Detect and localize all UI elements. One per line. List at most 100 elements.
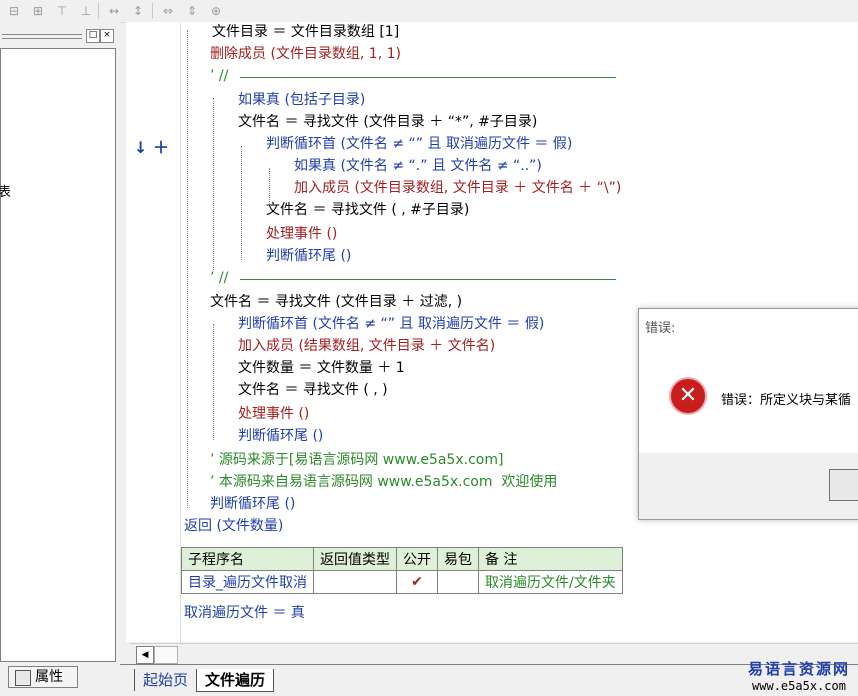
code-line-text: ’ // <box>210 68 229 84</box>
flow-guide <box>213 98 214 270</box>
code-line-text: ’ 本源码来自易语言源码网 www.e5a5x.com 欢迎使用 <box>210 474 558 490</box>
error-dialog: 错误: ✕ 错误：所定义块与某循 <box>638 308 858 520</box>
code-line-after-table[interactable]: 取消遍历文件 ＝ 真 <box>184 603 305 623</box>
code-line[interactable]: 加入成员 (文件目录数组, 文件目录 ＋ 文件名 ＋ “\”) <box>294 178 621 198</box>
code-line[interactable]: 判断循环尾 () <box>210 494 295 514</box>
code-line[interactable]: 文件名 ＝ 寻找文件 (文件目录 ＋ 过滤, ) <box>210 292 462 312</box>
space-vertical-icon[interactable]: ↕ <box>128 2 148 20</box>
code-line-text: 处理事件 () <box>238 406 310 422</box>
align-center-icon[interactable]: ⊞ <box>28 2 48 20</box>
code-line-text: 如果真 (文件名 ≠ “.” 且 文件名 ≠ “..”) <box>294 158 542 174</box>
comment-separator <box>240 279 616 280</box>
layout-toolbar: ⊟ ⊞ ⊤ ⊥ ↔ ↕ ⇔ ⇕ ⊕ <box>0 0 858 23</box>
dialog-ok-button[interactable] <box>829 469 858 501</box>
code-line-text: 判断循环尾 () <box>210 496 296 512</box>
code-line-text: 判断循环尾 () <box>238 428 324 444</box>
flow-guide <box>187 30 188 508</box>
cell-name[interactable]: 目录_遍历文件取消 <box>181 570 314 594</box>
col-easy-pack: 易包 <box>437 547 479 571</box>
cell-remark[interactable]: 取消遍历文件/文件夹 <box>478 570 623 594</box>
code-line[interactable]: ’ // <box>210 268 228 288</box>
panel-grip[interactable] <box>2 34 82 39</box>
space-horizontal-icon[interactable]: ↔ <box>104 2 124 20</box>
code-line-text: ’ 源码来源于[易语言源码网 www.e5a5x.com] <box>210 452 504 468</box>
col-public: 公开 <box>396 547 438 571</box>
breakpoint-marker[interactable]: ↓ ＋ <box>134 134 169 158</box>
code-line[interactable]: 处理事件 () <box>266 224 337 244</box>
flow-guide <box>213 324 214 440</box>
flow-guide <box>241 146 242 260</box>
code-line[interactable]: 处理事件 () <box>238 404 309 424</box>
left-panel-text: 表 <box>0 185 12 200</box>
cell-return-type[interactable] <box>313 570 397 594</box>
panel-minimize-button[interactable]: □ <box>86 29 100 43</box>
code-line-text: 判断循环尾 () <box>266 248 352 264</box>
watermark-url: www.e5a5x.com <box>752 679 846 693</box>
code-line-text: 返回 (文件数量) <box>184 518 284 534</box>
code-line[interactable]: 如果真 (文件名 ≠ “.” 且 文件名 ≠ “..”) <box>294 156 542 176</box>
align-left-icon[interactable]: ⊟ <box>4 2 24 20</box>
code-line-text: 如果真 (包括子目录) <box>238 92 366 108</box>
same-height-icon[interactable]: ⇕ <box>182 2 202 20</box>
code-line-text: 文件目录 ＝ 文件目录数组 [1] <box>212 24 400 40</box>
align-middle-icon[interactable]: ⊥ <box>76 2 96 20</box>
code-line[interactable]: 文件名 ＝ 寻找文件 (文件目录 ＋ “*”, #子目录) <box>238 112 537 132</box>
error-icon: ✕ <box>671 379 705 413</box>
left-panel: □ × 表 <box>0 22 120 662</box>
code-line[interactable]: 文件数量 ＝ 文件数量 ＋ 1 <box>238 358 405 378</box>
left-panel-titlebar: □ × <box>0 28 118 44</box>
left-panel-body: 表 <box>0 48 116 662</box>
code-line-text: 文件数量 ＝ 文件数量 ＋ 1 <box>238 360 405 376</box>
code-line[interactable]: ’ 源码来源于[易语言源码网 www.e5a5x.com] <box>210 450 503 470</box>
code-line[interactable]: 文件名 ＝ 寻找文件 ( , ) <box>238 380 388 400</box>
code-line[interactable]: 删除成员 (文件目录数组, 1, 1) <box>210 44 401 64</box>
col-name: 子程序名 <box>181 547 314 571</box>
properties-tab-label: 属性 <box>35 669 63 685</box>
code-line-text: 文件名 ＝ 寻找文件 (文件目录 ＋ 过滤, ) <box>210 294 463 310</box>
code-line-text: 删除成员 (文件目录数组, 1, 1) <box>210 46 401 62</box>
col-remark: 备 注 <box>478 547 623 571</box>
table-header-row: 子程序名 返回值类型 公开 易包 备 注 <box>181 547 623 571</box>
flow-guide <box>269 168 270 204</box>
public-check-icon[interactable]: ✔ <box>396 570 438 594</box>
code-line-text: 判断循环首 (文件名 ≠ “” 且 取消遍历文件 ＝ 假) <box>238 316 545 332</box>
code-line-text: 文件名 ＝ 寻找文件 (文件目录 ＋ “*”, #子目录) <box>238 114 538 130</box>
code-line[interactable]: 返回 (文件数量) <box>184 516 283 536</box>
code-line-text: 加入成员 (文件目录数组, 文件目录 ＋ 文件名 ＋ “\”) <box>294 180 622 196</box>
code-line-text: 文件名 ＝ 寻找文件 ( , #子目录) <box>266 202 470 218</box>
same-size-icon[interactable]: ⊕ <box>206 2 226 20</box>
code-line-text: 判断循环首 (文件名 ≠ “” 且 取消遍历文件 ＝ 假) <box>266 136 573 152</box>
code-line-text: 文件名 ＝ 寻找文件 ( , ) <box>238 382 388 398</box>
comment-separator <box>240 77 616 78</box>
same-width-icon[interactable]: ⇔ <box>158 2 178 20</box>
cell-easy-pack[interactable] <box>437 570 479 594</box>
align-top-icon[interactable]: ⊤ <box>52 2 72 20</box>
properties-tab[interactable]: 属性 <box>8 666 78 688</box>
code-line[interactable]: 判断循环尾 () <box>238 426 323 446</box>
code-line[interactable]: 判断循环首 (文件名 ≠ “” 且 取消遍历文件 ＝ 假) <box>266 134 572 154</box>
tab-file-traverse[interactable]: 文件遍历 <box>196 669 275 692</box>
col-return-type: 返回值类型 <box>313 547 397 571</box>
site-watermark: 易语言资源网 www.e5a5x.com <box>748 658 850 693</box>
table-row[interactable]: 目录_遍历文件取消 ✔ 取消遍历文件/文件夹 <box>181 570 623 594</box>
dialog-title: 错误: <box>645 321 676 336</box>
code-line[interactable]: 判断循环尾 () <box>266 246 351 266</box>
code-line[interactable]: 如果真 (包括子目录) <box>238 90 365 110</box>
properties-icon <box>15 670 31 686</box>
code-line[interactable]: ’ // <box>210 66 228 86</box>
code-line[interactable]: 判断循环首 (文件名 ≠ “” 且 取消遍历文件 ＝ 假) <box>238 314 544 334</box>
code-line[interactable]: 加入成员 (结果数组, 文件目录 ＋ 文件名) <box>238 336 495 356</box>
code-line-text: ’ // <box>210 270 229 286</box>
code-line[interactable]: ’ 本源码来自易语言源码网 www.e5a5x.com 欢迎使用 <box>210 472 557 492</box>
toolbar-separator <box>98 3 99 19</box>
scroll-thumb[interactable] <box>154 646 178 664</box>
code-line-text: 处理事件 () <box>266 226 338 242</box>
dialog-footer <box>639 453 858 519</box>
code-line-text: 加入成员 (结果数组, 文件目录 ＋ 文件名) <box>238 338 496 354</box>
tab-home[interactable]: 起始页 <box>134 669 196 691</box>
scroll-left-button[interactable]: ◀ <box>136 646 154 664</box>
code-line[interactable]: 文件目录 ＝ 文件目录数组 [1] <box>212 22 399 42</box>
code-line[interactable]: 文件名 ＝ 寻找文件 ( , #子目录) <box>266 200 469 220</box>
subprogram-table: 子程序名 返回值类型 公开 易包 备 注 目录_遍历文件取消 ✔ 取消遍历文件/… <box>181 547 623 594</box>
panel-close-button[interactable]: × <box>100 29 114 43</box>
